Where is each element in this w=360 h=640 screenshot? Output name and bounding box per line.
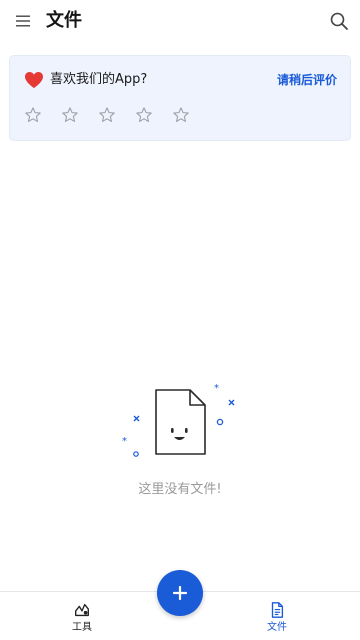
star-icon-1[interactable] [24, 106, 42, 124]
rating-question: 喜欢我们的App? [50, 72, 148, 87]
plus-icon [172, 585, 188, 601]
nav-item-files[interactable]: 文件 [247, 601, 307, 637]
nav-item-tools[interactable]: 工具 [52, 601, 112, 637]
search-button[interactable] [329, 11, 349, 31]
star-icon-5[interactable] [172, 106, 190, 124]
menu-icon [16, 15, 30, 27]
star-rating [24, 106, 190, 124]
heart-icon [25, 72, 43, 88]
star-icon-2[interactable] [61, 106, 79, 124]
app-screen: 文件 喜欢我们的App? 请稍后评价 * * 这里没有文件! 工具 文件 [0, 0, 360, 640]
nav-label-tools: 工具 [72, 622, 92, 633]
empty-state-message: 这里没有文件! [138, 482, 222, 497]
star-icon-4[interactable] [135, 106, 153, 124]
tools-icon [75, 603, 89, 617]
page-title: 文件 [46, 10, 82, 31]
star-icon-3[interactable] [98, 106, 116, 124]
rate-later-button[interactable]: 请稍后评价 [277, 71, 337, 89]
nav-label-files: 文件 [267, 622, 287, 633]
document-icon [271, 602, 284, 618]
rating-prompt-card: 喜欢我们的App? 请稍后评价 [9, 55, 351, 141]
add-file-button[interactable] [157, 570, 203, 616]
svg-text:*: * [214, 383, 219, 394]
search-icon [330, 12, 348, 30]
menu-button[interactable] [14, 12, 32, 30]
top-app-bar: 文件 [0, 0, 360, 44]
svg-text:*: * [122, 436, 127, 447]
empty-document-icon: * * [122, 383, 235, 457]
